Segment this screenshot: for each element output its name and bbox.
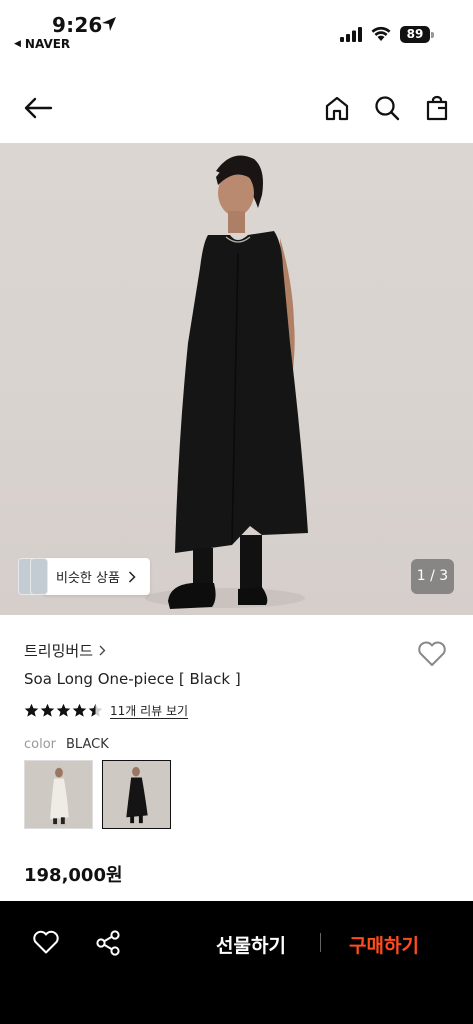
chevron-right-icon — [99, 645, 106, 656]
similar-products-label: 비슷한 상품 — [56, 571, 120, 586]
status-time: 9:26 — [52, 13, 103, 37]
back-triangle-icon: ◀ — [14, 39, 21, 49]
swatch-black-image — [103, 761, 170, 828]
chevron-right-icon — [128, 570, 136, 583]
star-full-icon — [72, 703, 87, 717]
rating-row: 11개 리뷰 보기 — [24, 702, 188, 719]
product-price: 198,000원 — [24, 865, 123, 886]
color-row: color BLACK — [24, 737, 109, 752]
home-icon — [325, 96, 349, 121]
status-bar: 9:26 ◀ NAVER 89 — [0, 0, 473, 58]
star-rating — [24, 703, 103, 718]
swatch-ivory[interactable] — [24, 760, 93, 829]
star-full-icon — [40, 703, 55, 717]
search-button[interactable] — [371, 92, 403, 124]
battery-tip — [431, 32, 434, 38]
share-icon[interactable] — [94, 929, 122, 957]
product-name: Soa Long One-piece [ Black ] — [24, 670, 241, 688]
cellular-signal-icon — [340, 27, 362, 42]
similar-products-pill: 비슷한 상품 — [42, 558, 150, 595]
color-value: BLACK — [66, 737, 109, 752]
battery-indicator: 89 — [400, 26, 430, 43]
search-icon — [375, 96, 400, 121]
product-image-gallery[interactable]: 비슷한 상품 1 / 3 — [0, 143, 473, 615]
arrow-left-icon — [24, 97, 53, 119]
color-swatches — [24, 760, 171, 829]
back-to-app-link[interactable]: ◀ NAVER — [14, 37, 70, 51]
similar-products-button[interactable]: 비슷한 상품 — [18, 558, 150, 595]
similar-thumbnails — [18, 558, 48, 595]
swatch-ivory-image — [25, 761, 92, 828]
wifi-icon — [371, 26, 391, 41]
bottom-action-bar: 선물하기 구매하기 — [0, 901, 473, 1024]
shopping-bag-icon — [426, 95, 448, 121]
bottom-divider — [320, 933, 321, 952]
product-photo — [145, 155, 308, 609]
color-label: color — [24, 737, 57, 752]
cart-button[interactable] — [421, 92, 453, 124]
wishlist-heart-icon[interactable] — [416, 638, 448, 670]
star-full-icon — [56, 703, 71, 717]
swatch-black[interactable] — [102, 760, 171, 829]
back-app-label: NAVER — [24, 37, 71, 51]
gift-button[interactable]: 선물하기 — [216, 931, 286, 958]
brand-name: 트리밍버드 — [24, 642, 94, 660]
buy-button[interactable]: 구매하기 — [349, 931, 419, 958]
star-full-icon — [24, 703, 39, 717]
back-button[interactable] — [22, 92, 54, 124]
gallery-page-indicator: 1 / 3 — [411, 559, 454, 594]
star-half-icon — [88, 703, 103, 717]
review-link[interactable]: 11개 리뷰 보기 — [110, 702, 188, 719]
brand-link[interactable]: 트리밍버드 — [24, 640, 106, 661]
location-arrow-icon — [102, 17, 116, 31]
home-button[interactable] — [321, 92, 353, 124]
top-nav — [0, 80, 473, 136]
heart-icon[interactable] — [32, 929, 60, 955]
